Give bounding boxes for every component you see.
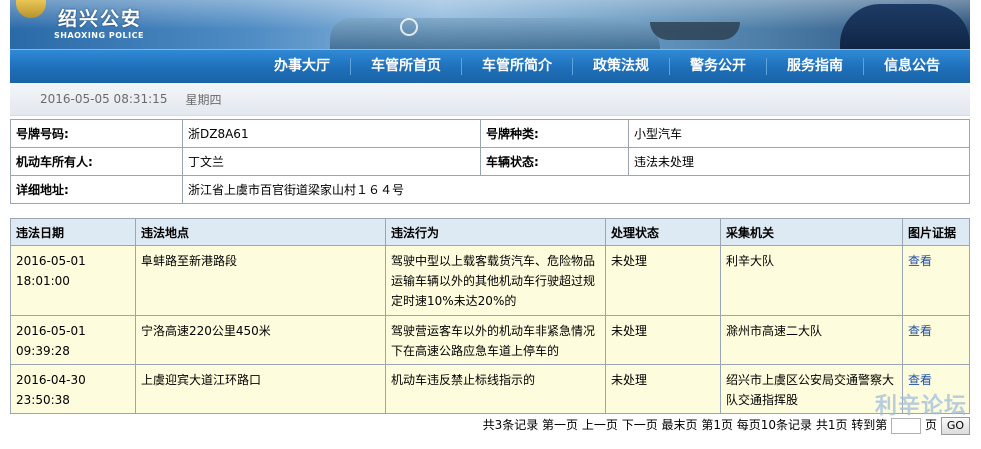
- info-row: 机动车所有人: 丁文兰 车辆状态: 违法未处理: [10, 147, 970, 176]
- violation-agency: 滁州市高速二大队: [720, 315, 903, 365]
- vehicle-info-table: 号牌号码: 浙DZ8A61 号牌种类: 小型汽车 机动车所有人: 丁文兰 车辆状…: [10, 119, 970, 204]
- violation-datetime: 2016-05-01 09:39:28: [10, 315, 136, 365]
- plate-type-value: 小型汽车: [628, 119, 970, 148]
- violation-behavior: 机动车违反禁止标线指示的: [385, 364, 606, 414]
- table-row: 2016-04-30 23:50:38 上虞迎宾大道江环路口 机动车违反禁止标线…: [10, 364, 970, 414]
- page: 绍兴公安 SHAOXING POLICE 办事大厅 车管所首页 车管所简介 政策…: [10, 0, 970, 435]
- violation-datetime: 2016-05-01 18:01:00: [10, 245, 136, 316]
- violation-datetime: 2016-04-30 23:50:38: [10, 364, 136, 414]
- info-row: 号牌号码: 浙DZ8A61 号牌种类: 小型汽车: [10, 119, 970, 148]
- violation-location: 宁洛高速220公里450米: [135, 315, 386, 365]
- vehicle-status-value: 违法未处理: [628, 147, 970, 176]
- violation-behavior: 驾驶营运客车以外的机动车非紧急情况下在高速公路应急车道上停车的: [385, 315, 606, 365]
- evidence-cell: 查看: [902, 315, 970, 365]
- main-nav: 办事大厅 车管所首页 车管所简介 政策法规 警务公开 服务指南 信息公告: [10, 49, 970, 83]
- date-bar: 2016-05-05 08:31:15 星期四: [10, 83, 970, 116]
- violation-location: 上虞迎宾大道江环路口: [135, 364, 386, 414]
- current-weekday: 星期四: [185, 92, 222, 107]
- table-row: 2016-05-01 09:39:28 宁洛高速220公里450米 驾驶营运客车…: [10, 315, 970, 365]
- col-header-agency: 采集机关: [720, 218, 903, 246]
- info-row: 详细地址: 浙江省上虞市百官街道梁家山村１６４号: [10, 175, 970, 204]
- evidence-cell: 查看: [902, 245, 970, 316]
- view-evidence-link[interactable]: 查看: [908, 324, 932, 338]
- nav-item-announcements[interactable]: 信息公告: [864, 58, 960, 75]
- plate-label: 号牌号码:: [10, 119, 183, 148]
- pagination: 共3条记录 第一页 上一页 下一页 最末页 第1页 每页10条记录 共1页 转到…: [10, 416, 970, 435]
- plate-type-label: 号牌种类:: [480, 119, 629, 148]
- violation-agency: 利辛大队: [720, 245, 903, 316]
- col-header-behavior: 违法行为: [385, 218, 606, 246]
- col-header-evidence: 图片证据: [902, 218, 970, 246]
- col-header-status: 处理状态: [605, 218, 721, 246]
- nav-item-service-hall[interactable]: 办事大厅: [254, 58, 351, 75]
- nav-item-police-affairs[interactable]: 警务公开: [670, 58, 767, 75]
- plate-value: 浙DZ8A61: [182, 119, 481, 148]
- violation-time: 23:50:38: [16, 393, 70, 407]
- police-officer-image: [840, 4, 970, 49]
- current-datetime: 2016-05-05 08:31:15: [40, 92, 168, 106]
- site-logo-subtitle: SHAOXING POLICE: [54, 31, 144, 40]
- nav-item-home[interactable]: 车管所首页: [351, 58, 462, 75]
- header-banner: 绍兴公安 SHAOXING POLICE: [10, 0, 970, 49]
- nav-item-service-guide[interactable]: 服务指南: [767, 58, 864, 75]
- forum-watermark: 利辛论坛: [874, 394, 967, 419]
- violation-date: 2016-04-30: [16, 373, 86, 387]
- violations-table: 违法日期 违法地点 违法行为 处理状态 采集机关 图片证据 2016-05-01…: [10, 218, 970, 414]
- violation-date: 2016-05-01: [16, 324, 86, 338]
- col-header-location: 违法地点: [135, 218, 386, 246]
- violations-header-row: 违法日期 违法地点 违法行为 处理状态 采集机关 图片证据: [10, 218, 970, 246]
- nav-item-about[interactable]: 车管所简介: [462, 58, 573, 75]
- pagination-summary: 共3条记录 第一页 上一页 下一页 最末页 第1页 每页10条记录 共1页 转到…: [482, 418, 888, 432]
- violation-status: 未处理: [605, 364, 721, 414]
- violation-behavior: 驾驶中型以上载客载货汽车、危险物品运输车辆以外的其他机动车行驶超过规定时速10%…: [385, 245, 606, 316]
- site-logo-title: 绍兴公安: [58, 8, 143, 30]
- address-label: 详细地址:: [10, 175, 183, 204]
- view-evidence-link[interactable]: 查看: [908, 254, 932, 268]
- view-evidence-link[interactable]: 查看: [908, 373, 932, 387]
- col-header-date: 违法日期: [10, 218, 136, 246]
- violation-date: 2016-05-01: [16, 254, 86, 268]
- nav-item-policies[interactable]: 政策法规: [573, 58, 670, 75]
- pagination-suffix: 页: [924, 418, 937, 432]
- violation-location: 阜蚌路至新港路段: [135, 245, 386, 316]
- address-value: 浙江省上虞市百官街道梁家山村１６４号: [182, 175, 970, 204]
- owner-value: 丁文兰: [182, 147, 481, 176]
- owner-label: 机动车所有人:: [10, 147, 183, 176]
- vehicle-status-label: 车辆状态:: [480, 147, 629, 176]
- violation-time: 18:01:00: [16, 274, 70, 288]
- violation-time: 09:39:28: [16, 344, 70, 358]
- violation-status: 未处理: [605, 245, 721, 316]
- violation-status: 未处理: [605, 315, 721, 365]
- table-row: 2016-05-01 18:01:00 阜蚌路至新港路段 驾驶中型以上载客载货汽…: [10, 245, 970, 316]
